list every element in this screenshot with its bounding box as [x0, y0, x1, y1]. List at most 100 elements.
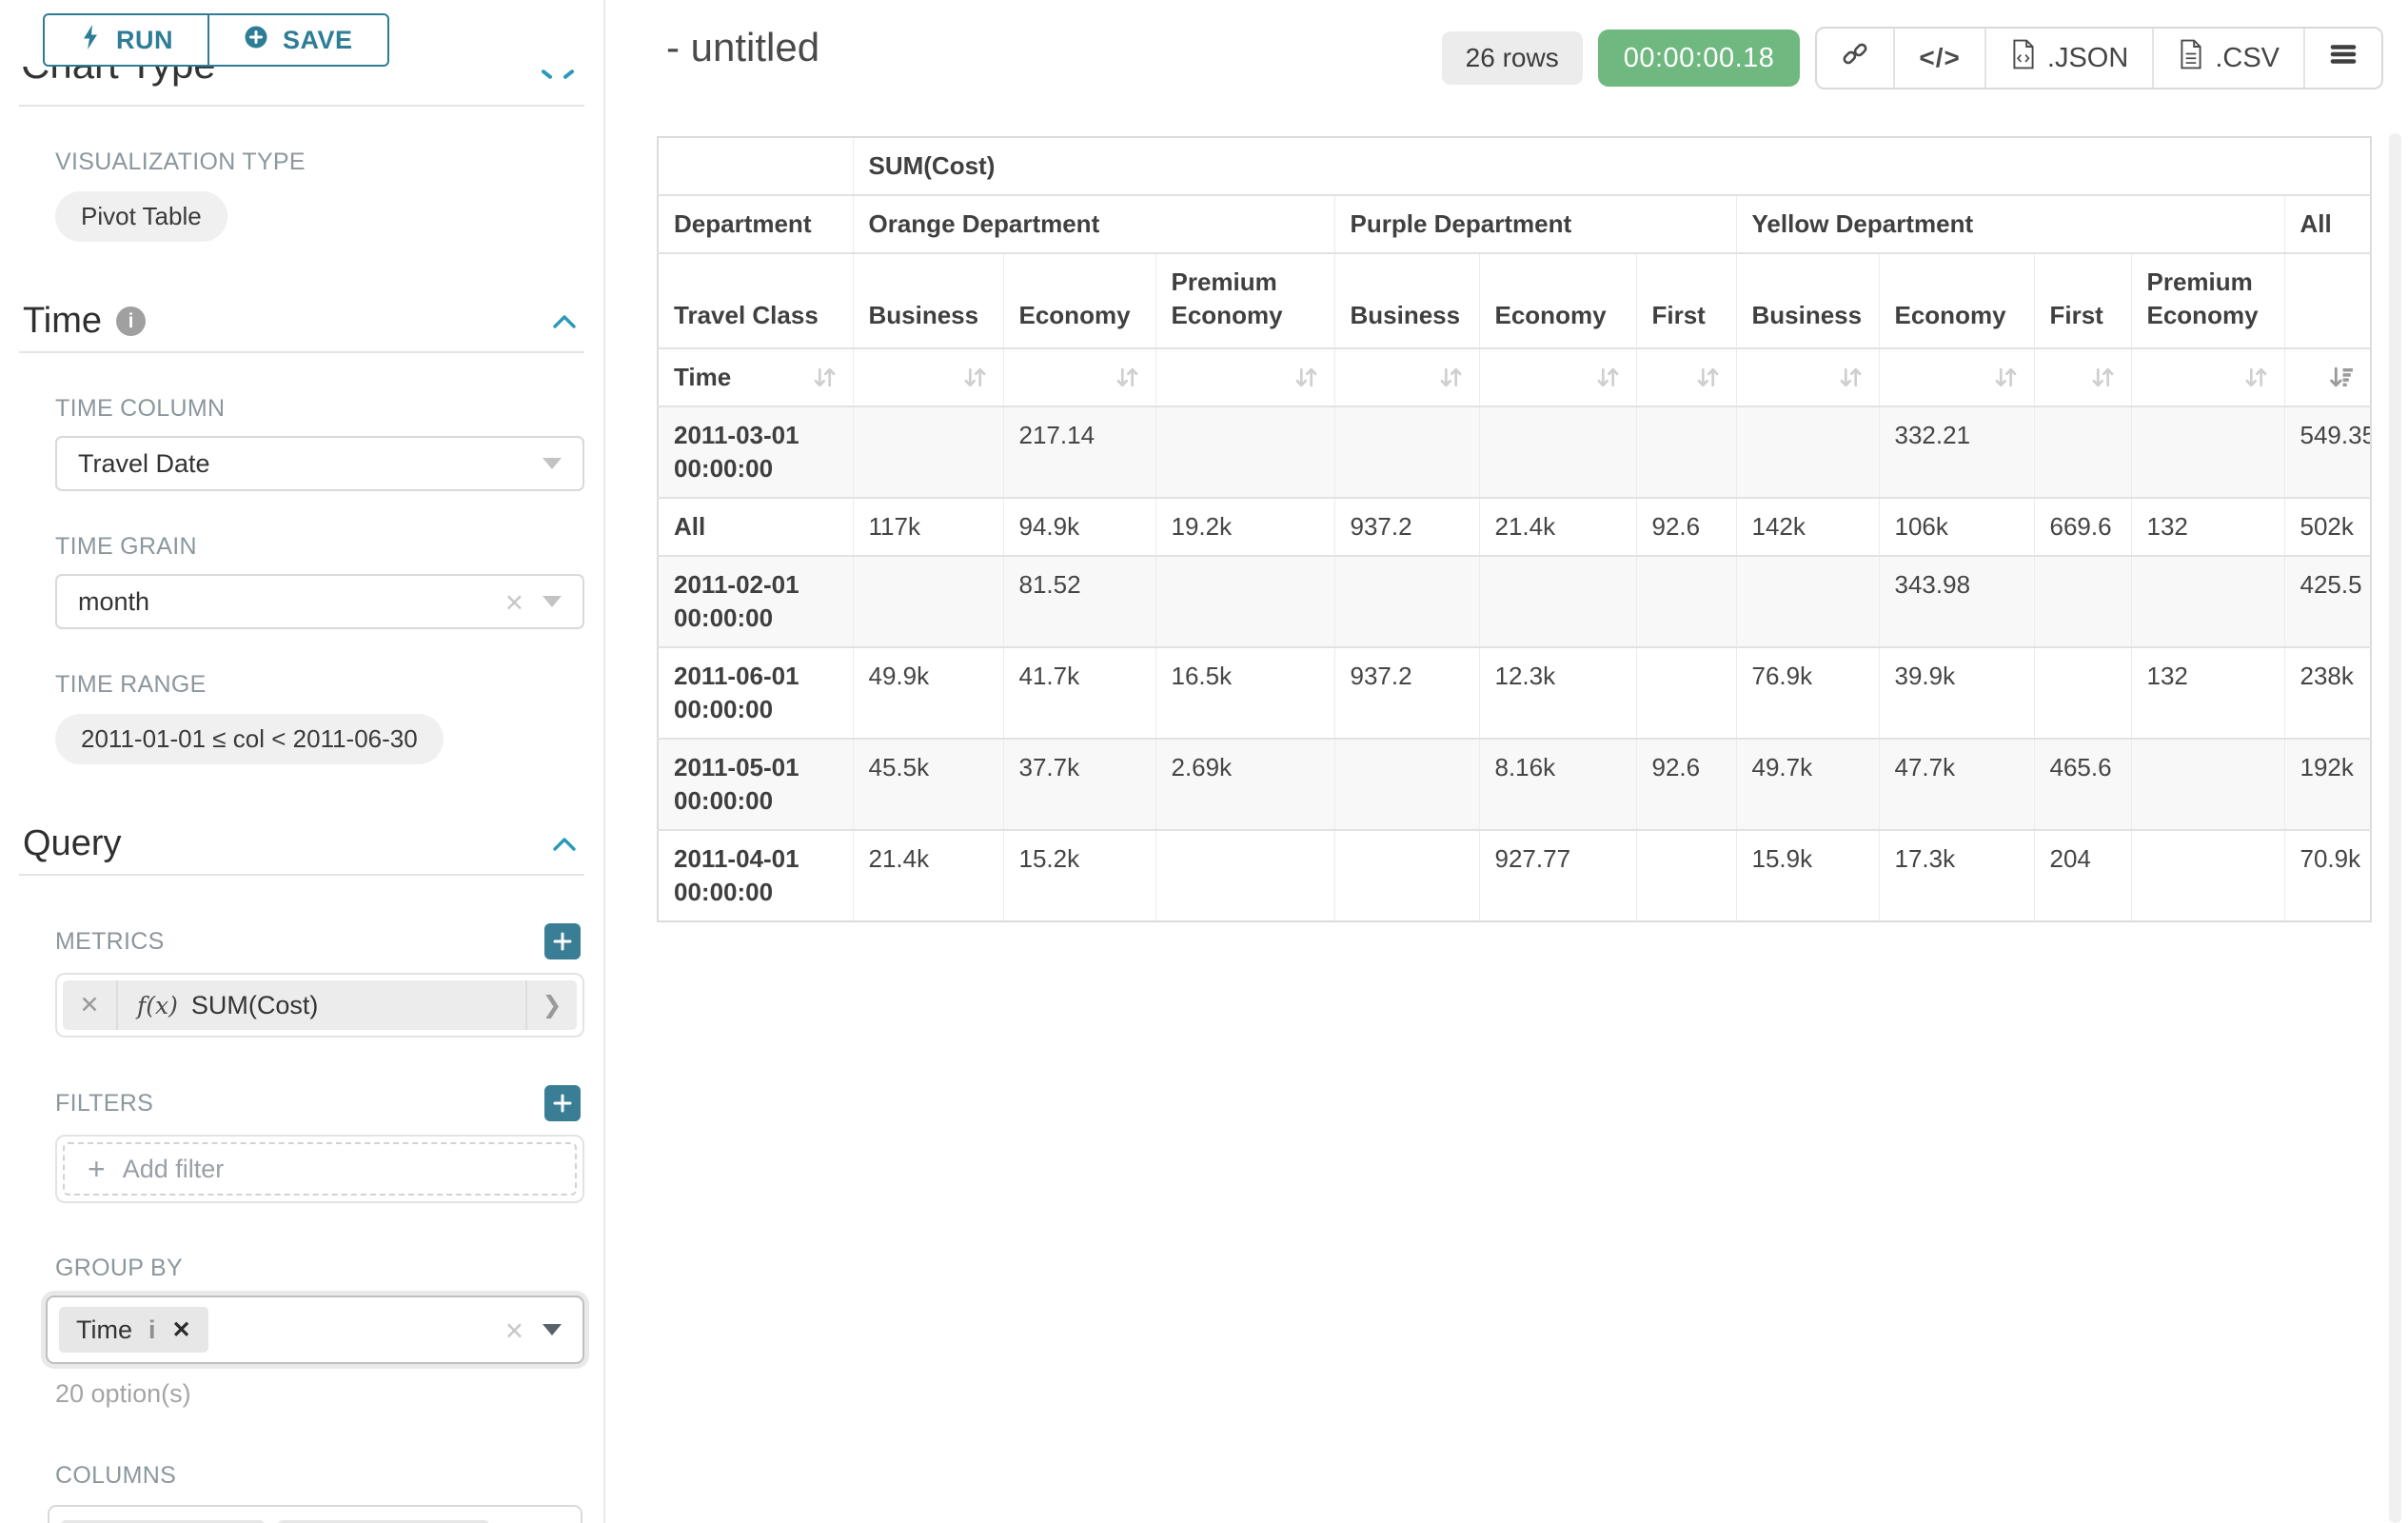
pivot-row: 2011-02-01 00:00:0081.52343.98425.5 [658, 556, 2371, 647]
pivot-cell [1636, 830, 1736, 921]
metric-main: f(x) SUM(Cost) [118, 991, 525, 1020]
clear-icon[interactable]: × [505, 1315, 523, 1346]
pivot-cell: 8.16k [1479, 739, 1636, 830]
travel-class-header: Premium Economy [1155, 253, 1334, 348]
pivot-cell: 15.2k [1003, 830, 1155, 921]
run-button[interactable]: RUN [43, 13, 209, 67]
pivot-table-container: SUM(Cost)DepartmentOrange DepartmentPurp… [657, 136, 2372, 922]
view-query-button[interactable]: </> [1893, 29, 1984, 88]
pivot-cell: 106k [1879, 498, 2034, 556]
column-sort-header[interactable] [2034, 348, 2131, 406]
time-grain-select[interactable]: month × [55, 574, 584, 629]
export-json-button[interactable]: .JSON [1984, 29, 2152, 88]
remove-icon[interactable]: ✕ [172, 1316, 191, 1344]
remove-metric-icon[interactable]: ✕ [63, 980, 118, 1030]
travel-class-header-row: Travel ClassBusinessEconomyPremium Econo… [658, 253, 2371, 348]
chevron-right-icon[interactable]: ❯ [525, 980, 577, 1030]
pivot-cell: 937.2 [1334, 647, 1479, 739]
group-by-label: GROUP BY [55, 1255, 603, 1282]
add-filter-label: Add filter [123, 1155, 225, 1184]
function-icon: f(x) [137, 992, 178, 1019]
save-button-label: SAVE [283, 26, 353, 55]
add-filter-plus-button[interactable] [544, 1085, 581, 1121]
sort-icon [1115, 365, 1140, 390]
scrollbar[interactable] [2389, 133, 2401, 1523]
filters-box: + Add filter [55, 1135, 584, 1203]
sort-icon [812, 365, 838, 390]
pivot-cell [1636, 556, 1736, 647]
export-csv-button[interactable]: .CSV [2152, 29, 2303, 88]
column-sort-header[interactable] [853, 348, 1003, 406]
pivot-cell: 81.52 [1003, 556, 1155, 647]
viz-type-value[interactable]: Pivot Table [55, 191, 227, 242]
column-sort-header[interactable] [1636, 348, 1736, 406]
column-sort-header[interactable] [1003, 348, 1155, 406]
time-sort-header[interactable]: Time [658, 348, 853, 406]
pivot-row: 2011-06-01 00:00:0049.9k41.7k16.5k937.21… [658, 647, 2371, 739]
sort-icon [2243, 365, 2269, 390]
travel-class-header: Economy [1003, 253, 1155, 348]
sort-icon [2090, 365, 2116, 390]
column-sort-header[interactable] [2131, 348, 2284, 406]
columns-select[interactable]: Department✕Travel Class✕ × [48, 1505, 582, 1523]
column-sort-header[interactable] [2284, 348, 2371, 406]
column-sort-header[interactable] [1334, 348, 1479, 406]
pivot-cell: 92.6 [1636, 739, 1736, 830]
pivot-cell [1334, 406, 1479, 498]
chevron-up-icon[interactable] [550, 834, 579, 855]
group-by-pill[interactable]: Time i ✕ [59, 1307, 208, 1353]
pivot-cell: 2.69k [1155, 739, 1334, 830]
column-sort-header[interactable] [1736, 348, 1879, 406]
pivot-cell [853, 406, 1003, 498]
pivot-cell: 238k [2284, 647, 2371, 739]
pivot-cell [1736, 556, 1879, 647]
pivot-cell [2034, 406, 2131, 498]
pivot-cell: 192k [2284, 739, 2371, 830]
time-range-value[interactable]: 2011-01-01 ≤ col < 2011-06-30 [55, 714, 444, 764]
pivot-cell [1479, 556, 1636, 647]
menu-button[interactable] [2303, 29, 2381, 88]
hamburger-icon [2329, 41, 2358, 75]
pivot-cell: 37.7k [1003, 739, 1155, 830]
export-button-group: </> .JSON [1815, 27, 2383, 89]
column-sort-header[interactable] [1479, 348, 1636, 406]
group-by-options-count: 20 option(s) [55, 1379, 603, 1409]
pivot-row: 2011-04-01 00:00:0021.4k15.2k927.7715.9k… [658, 830, 2371, 921]
run-save-button-row: RUN SAVE [43, 13, 389, 67]
pivot-cell: 92.6 [1636, 498, 1736, 556]
column-sort-header[interactable] [1155, 348, 1334, 406]
metric-pill[interactable]: ✕ f(x) SUM(Cost) ❯ [63, 980, 577, 1030]
save-button[interactable]: SAVE [207, 13, 389, 67]
pivot-row: All117k94.9k19.2k937.221.4k92.6142k106k6… [658, 498, 2371, 556]
column-sort-header[interactable] [1879, 348, 2034, 406]
add-filter-button[interactable]: + Add filter [63, 1142, 577, 1196]
pivot-cell: 39.9k [1879, 647, 2034, 739]
pivot-cell [1479, 406, 1636, 498]
pivot-cell: 49.9k [853, 647, 1003, 739]
clear-icon[interactable]: × [505, 586, 523, 618]
pivot-cell: 332.21 [1879, 406, 2034, 498]
pivot-cell [853, 556, 1003, 647]
chevron-up-icon[interactable] [550, 311, 579, 332]
add-metric-button[interactable] [544, 923, 581, 959]
pivot-cell: 204 [2034, 830, 2131, 921]
group-by-pill-label: Time [76, 1315, 132, 1345]
corner-cell [658, 137, 853, 195]
metric-header-row: SUM(Cost) [658, 137, 2371, 195]
group-by-select[interactable]: Time i ✕ × [46, 1296, 584, 1364]
pivot-cell [1334, 556, 1479, 647]
row-label: All [658, 498, 853, 556]
pivot-cell [2131, 556, 2284, 647]
page-title[interactable]: - untitled [666, 25, 819, 70]
pivot-cell: 16.5k [1155, 647, 1334, 739]
time-column-select[interactable]: Travel Date [55, 436, 584, 491]
share-link-button[interactable] [1817, 29, 1893, 88]
travel-class-label: Travel Class [658, 253, 853, 348]
export-csv-label: .CSV [2215, 43, 2280, 74]
query-result-controls: 26 rows 00:00:00.18 </> [1442, 27, 2383, 89]
pivot-row: 2011-03-01 00:00:00217.14332.21549.35 [658, 406, 2371, 498]
pivot-cell [1334, 830, 1479, 921]
chevron-up-icon[interactable] [539, 69, 577, 82]
pivot-cell: 549.35 [2284, 406, 2371, 498]
time-section-header: Time i [23, 301, 579, 342]
